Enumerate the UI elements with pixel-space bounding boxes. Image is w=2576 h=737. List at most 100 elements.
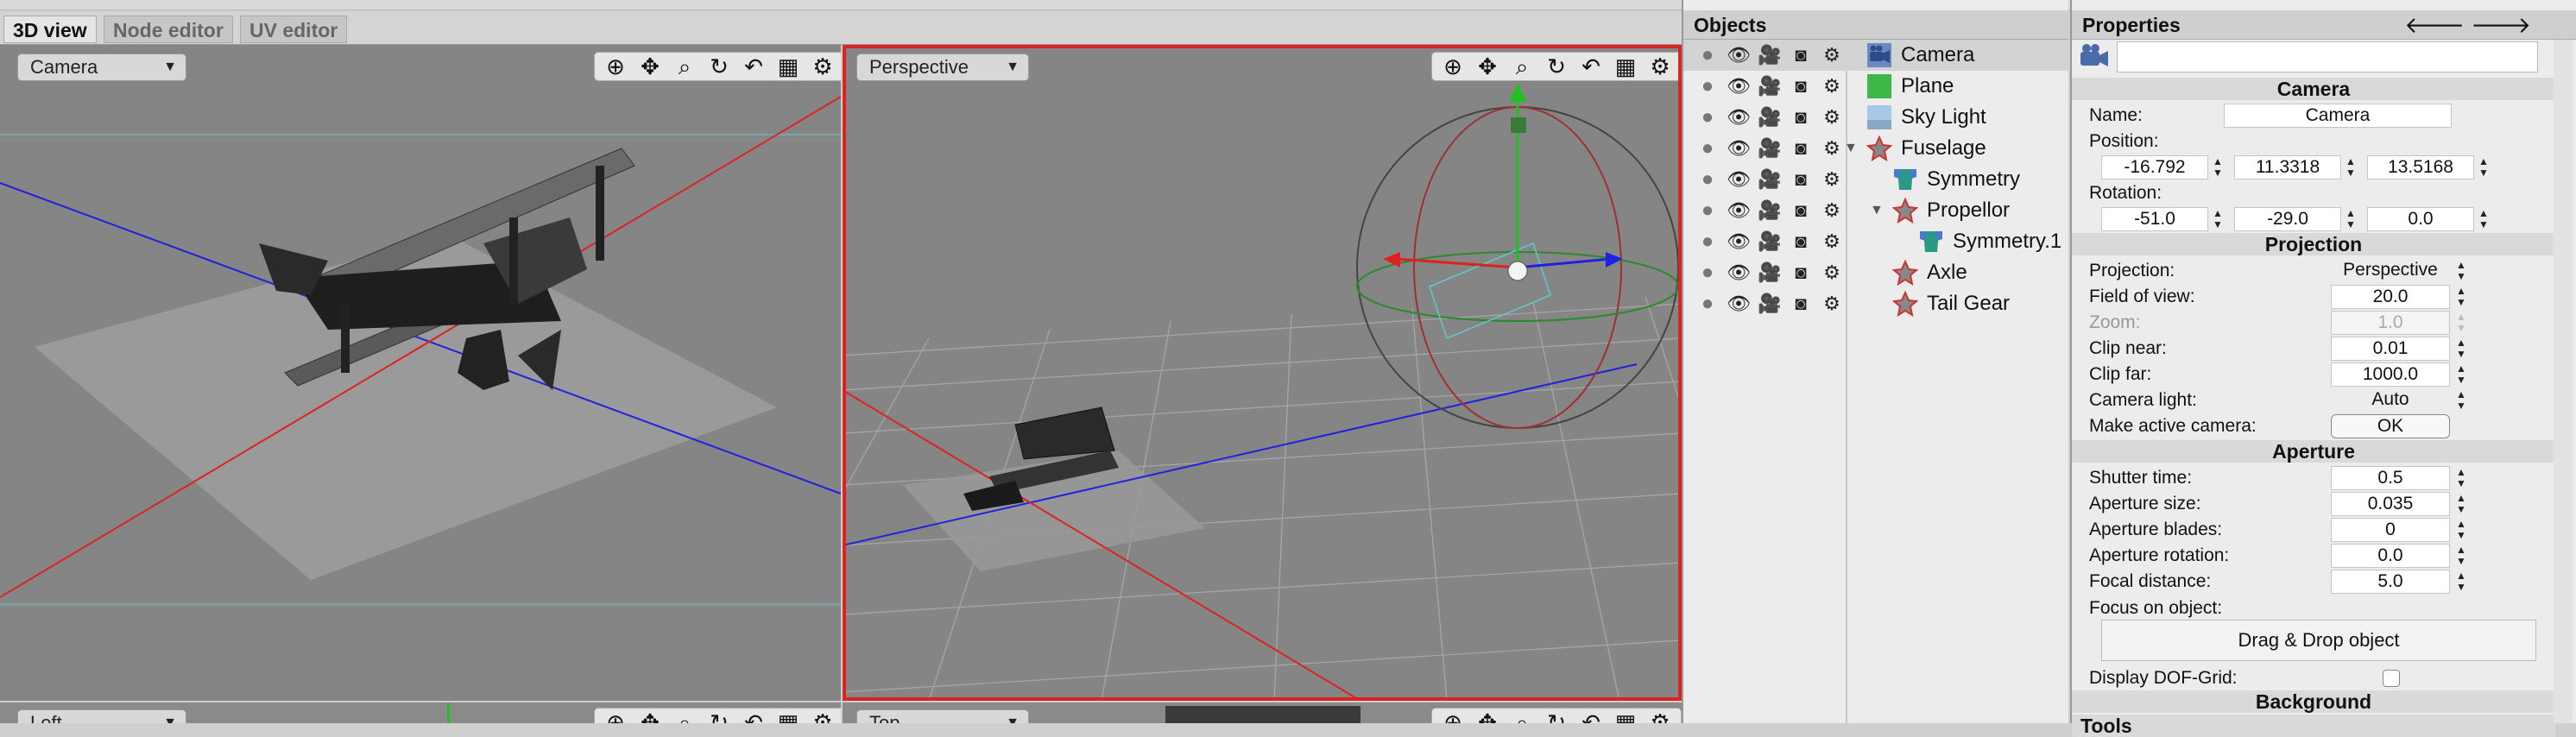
projection-value-field[interactable]: 20.0 xyxy=(2331,285,2450,309)
spinner-arrows-icon[interactable]: ▲ ▼ xyxy=(2455,286,2467,308)
viewport-mode-dropdown[interactable]: Top ▼ xyxy=(856,709,1029,723)
projection-select[interactable]: Auto xyxy=(2331,388,2450,413)
render-camera-icon[interactable]: 🎥 xyxy=(1754,262,1785,283)
eye-icon[interactable]: 👁 xyxy=(1723,262,1754,283)
position-y-field[interactable]: 11.3318 xyxy=(2234,155,2341,180)
select-dot-icon[interactable]: ● xyxy=(1692,200,1723,221)
pan-icon[interactable]: ✥ xyxy=(1470,54,1505,79)
gear-icon[interactable]: ⚙ xyxy=(1816,262,1847,283)
object-type-field[interactable] xyxy=(2117,41,2538,72)
object-row-propellor[interactable]: ● 👁 🎥 ◙ ⚙ ▼ Propellor xyxy=(1683,195,2070,226)
expand-arrow-icon[interactable]: ▼ xyxy=(1870,195,1884,226)
spinner-arrows-icon[interactable]: ▲ ▼ xyxy=(2455,363,2467,386)
eye-icon[interactable]: 👁 xyxy=(1723,76,1754,97)
render-toggle-icon[interactable]: ◙ xyxy=(1785,200,1816,221)
object-row-sky-light[interactable]: ● 👁 🎥 ◙ ⚙ Sky Light xyxy=(1683,102,2070,133)
zoom-icon[interactable]: ⌕ xyxy=(667,54,702,79)
spinner-arrows-icon[interactable]: ▲ ▼ xyxy=(2478,156,2490,179)
render-camera-icon[interactable]: 🎥 xyxy=(1754,231,1785,252)
object-row-plane[interactable]: ● 👁 🎥 ◙ ⚙ Plane xyxy=(1683,71,2070,102)
viewport-camera[interactable]: Camera ▼ ⊕ ✥ ⌕ ↻ ↶ ▦ ⚙ xyxy=(0,45,841,701)
tab-3d-view[interactable]: 3D view xyxy=(3,16,97,43)
gear-icon[interactable]: ⚙ xyxy=(1816,169,1847,190)
move-view-icon[interactable]: ⊕ xyxy=(598,54,633,79)
render-camera-icon[interactable]: 🎥 xyxy=(1754,138,1785,159)
object-row-symmetry-1[interactable]: ● 👁 🎥 ◙ ⚙ Symmetry.1 xyxy=(1683,226,2070,257)
layout-grid-icon[interactable]: ▦ xyxy=(1608,54,1643,79)
eye-icon[interactable]: 👁 xyxy=(1723,200,1754,221)
orbit-icon[interactable]: ↻ xyxy=(702,709,736,723)
settings-icon[interactable]: ⚙ xyxy=(1643,54,1677,79)
select-dot-icon[interactable]: ● xyxy=(1692,45,1723,66)
rotation-x-field[interactable]: -51.0 xyxy=(2101,207,2208,231)
spinner-arrows-icon[interactable]: ▲ ▼ xyxy=(2455,570,2467,593)
select-dot-icon[interactable]: ● xyxy=(1692,231,1723,252)
spinner-arrows-icon[interactable]: ▲ ▼ xyxy=(2455,467,2467,489)
orbit-icon[interactable]: ↻ xyxy=(1539,709,1574,723)
rotation-z-field[interactable]: 0.0 xyxy=(2367,207,2474,231)
gear-icon[interactable]: ⚙ xyxy=(1816,231,1847,252)
viewport-mode-dropdown[interactable]: Left ▼ xyxy=(17,709,186,723)
orbit-icon[interactable]: ↻ xyxy=(1539,54,1574,79)
make-active-camera-button[interactable]: OK xyxy=(2331,414,2450,438)
move-view-icon[interactable]: ⊕ xyxy=(598,709,633,723)
spinner-arrows-icon[interactable]: ▲ ▼ xyxy=(2455,337,2467,360)
undo-view-icon[interactable]: ↶ xyxy=(736,709,771,723)
select-dot-icon[interactable]: ● xyxy=(1692,138,1723,159)
eye-icon[interactable]: 👁 xyxy=(1723,231,1754,252)
render-toggle-icon[interactable]: ◙ xyxy=(1785,76,1816,97)
select-dot-icon[interactable]: ● xyxy=(1692,293,1723,314)
render-toggle-icon[interactable]: ◙ xyxy=(1785,107,1816,128)
render-camera-icon[interactable]: 🎥 xyxy=(1754,169,1785,190)
render-toggle-icon[interactable]: ◙ xyxy=(1785,45,1816,66)
position-x-field[interactable]: -16.792 xyxy=(2101,155,2208,180)
eye-icon[interactable]: 👁 xyxy=(1723,45,1754,66)
pan-icon[interactable]: ✥ xyxy=(633,54,667,79)
object-row-camera[interactable]: ● 👁 🎥 ◙ ⚙ Camera xyxy=(1683,40,2070,71)
position-z-field[interactable]: 13.5168 xyxy=(2367,155,2474,180)
orbit-icon[interactable]: ↻ xyxy=(702,54,736,79)
render-camera-icon[interactable]: 🎥 xyxy=(1754,45,1785,66)
render-toggle-icon[interactable]: ◙ xyxy=(1785,169,1816,190)
render-camera-icon[interactable]: 🎥 xyxy=(1754,107,1785,128)
settings-icon[interactable]: ⚙ xyxy=(805,709,840,723)
settings-icon[interactable]: ⚙ xyxy=(805,54,840,79)
gear-icon[interactable]: ⚙ xyxy=(1816,138,1847,159)
object-row-tail-gear[interactable]: ● 👁 🎥 ◙ ⚙ Tail Gear xyxy=(1683,288,2070,319)
object-row-symmetry[interactable]: ● 👁 🎥 ◙ ⚙ Symmetry xyxy=(1683,164,2070,195)
viewport-mode-dropdown[interactable]: Camera ▼ xyxy=(17,54,186,81)
render-camera-icon[interactable]: 🎥 xyxy=(1754,293,1785,314)
aperture-value-field[interactable]: 0.035 xyxy=(2331,492,2450,516)
settings-icon[interactable]: ⚙ xyxy=(1643,709,1677,723)
pan-icon[interactable]: ✥ xyxy=(1470,709,1505,723)
projection-value-field[interactable]: 0.01 xyxy=(2331,337,2450,361)
properties-scrollbar[interactable] xyxy=(2554,40,2573,723)
spinner-arrows-icon[interactable]: ▲ ▼ xyxy=(2345,156,2357,179)
gear-icon[interactable]: ⚙ xyxy=(1816,200,1847,221)
undo-view-icon[interactable]: ↶ xyxy=(736,54,771,79)
tab-node-editor[interactable]: Node editor xyxy=(104,16,233,43)
viewport-mode-dropdown[interactable]: Perspective ▼ xyxy=(856,54,1029,81)
name-field[interactable]: Camera xyxy=(2224,104,2452,128)
object-row-axle[interactable]: ● 👁 🎥 ◙ ⚙ Axle xyxy=(1683,257,2070,288)
eye-icon[interactable]: 👁 xyxy=(1723,293,1754,314)
aperture-value-field[interactable]: 0.0 xyxy=(2331,544,2450,568)
layout-grid-icon[interactable]: ▦ xyxy=(1608,709,1643,723)
aperture-value-field[interactable]: 0.5 xyxy=(2331,466,2450,490)
object-row-fuselage[interactable]: ● 👁 🎥 ◙ ⚙ ▼ Fuselage xyxy=(1683,133,2070,164)
viewport-top[interactable]: Top ▼ ⊕ ✥ ⌕ ↻ ↶ ▦ ⚙ xyxy=(843,702,1682,723)
layout-grid-icon[interactable]: ▦ xyxy=(771,709,805,723)
aperture-value-field[interactable]: 5.0 xyxy=(2331,570,2450,594)
select-arrows-icon[interactable]: ▲ ▼ xyxy=(2455,389,2467,412)
spinner-arrows-icon[interactable]: ▲ ▼ xyxy=(2455,519,2467,541)
gear-icon[interactable]: ⚙ xyxy=(1816,293,1847,314)
spinner-arrows-icon[interactable]: ▲ ▼ xyxy=(2478,208,2490,230)
layout-grid-icon[interactable]: ▦ xyxy=(771,54,805,79)
arrow-left-icon[interactable]: 🡐 xyxy=(2404,12,2465,38)
zoom-icon[interactable]: ⌕ xyxy=(1505,709,1539,723)
select-dot-icon[interactable]: ● xyxy=(1692,107,1723,128)
render-toggle-icon[interactable]: ◙ xyxy=(1785,138,1816,159)
move-view-icon[interactable]: ⊕ xyxy=(1436,709,1470,723)
eye-icon[interactable]: 👁 xyxy=(1723,169,1754,190)
undo-view-icon[interactable]: ↶ xyxy=(1574,709,1608,723)
